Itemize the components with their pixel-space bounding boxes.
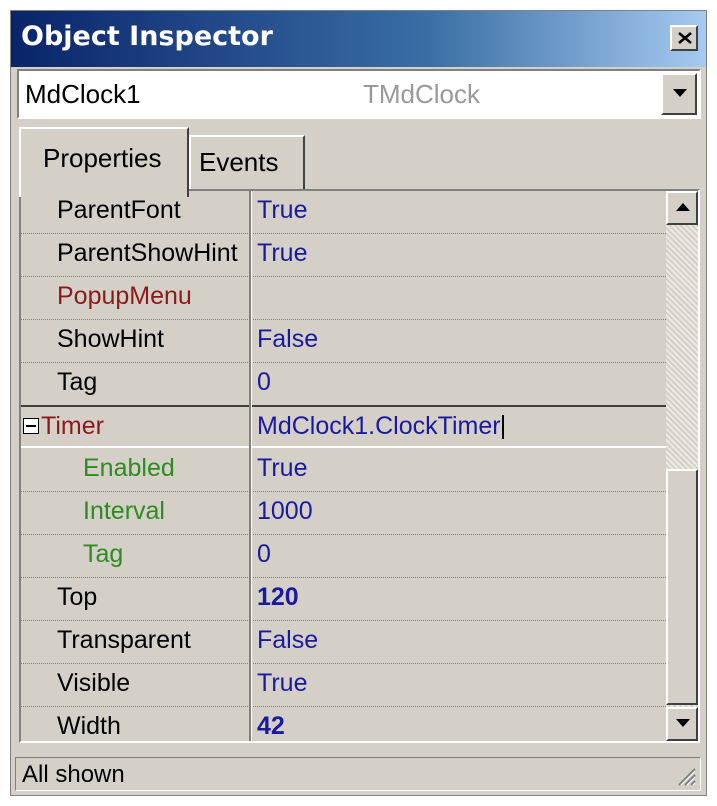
property-row-timer-enabled[interactable]: Enabled True — [21, 449, 666, 492]
property-value[interactable]: False — [257, 325, 318, 354]
chevron-down-icon — [673, 89, 687, 97]
scroll-up-button[interactable] — [666, 191, 698, 225]
property-value-text: MdClock1.ClockTimer — [257, 412, 501, 440]
property-row-transparent[interactable]: Transparent False — [21, 621, 666, 664]
property-row-top[interactable]: Top 120 — [21, 578, 666, 621]
property-name: ShowHint — [57, 325, 164, 353]
collapse-icon[interactable] — [23, 418, 39, 434]
property-row-timer[interactable]: Timer MdClock1.ClockTimer — [21, 405, 666, 448]
property-row-popupmenu[interactable]: PopupMenu — [21, 277, 666, 320]
property-row-tag[interactable]: Tag 0 — [21, 363, 666, 406]
property-name: PopupMenu — [57, 282, 192, 310]
tab-properties-label: Properties — [43, 143, 162, 173]
close-icon — [678, 32, 692, 44]
arrow-up-icon — [676, 203, 690, 211]
property-value[interactable]: True — [257, 454, 307, 483]
scroll-down-button[interactable] — [666, 707, 698, 741]
tab-events[interactable]: Events — [189, 135, 305, 189]
component-selector[interactable]: MdClock1 TMdClock — [17, 69, 701, 119]
property-value[interactable]: False — [257, 626, 318, 655]
scroll-thumb[interactable] — [666, 469, 698, 705]
status-text: All shown — [22, 761, 125, 788]
window-title: Object Inspector — [21, 21, 273, 52]
property-name: Tag — [57, 368, 98, 396]
resize-grip-icon[interactable] — [676, 766, 696, 786]
property-value[interactable]: True — [257, 196, 307, 225]
property-value-editor[interactable]: MdClock1.ClockTimer — [257, 412, 504, 441]
property-row-width[interactable]: Width 42 — [21, 707, 666, 741]
tab-events-label: Events — [199, 147, 279, 177]
status-bar: All shown — [15, 757, 701, 791]
property-row-timer-interval[interactable]: Interval 1000 — [21, 492, 666, 535]
property-name: Visible — [57, 669, 131, 697]
component-name: MdClock1 — [25, 79, 141, 109]
tab-properties[interactable]: Properties — [19, 127, 189, 197]
property-value[interactable]: 42 — [257, 712, 285, 741]
component-dropdown-button[interactable] — [661, 73, 697, 115]
property-grid: ParentFont True ParentShowHint True Popu… — [21, 191, 666, 741]
property-row-visible[interactable]: Visible True — [21, 664, 666, 707]
property-grid-frame: ParentFont True ParentShowHint True Popu… — [19, 189, 700, 743]
property-value[interactable]: True — [257, 669, 307, 698]
component-type: TMdClock — [363, 79, 481, 109]
property-value[interactable]: 0 — [257, 540, 271, 569]
property-value[interactable]: 1000 — [257, 497, 313, 526]
property-name: Top — [57, 583, 98, 611]
text-caret — [501, 415, 504, 440]
arrow-down-icon — [676, 719, 690, 727]
property-name: ParentFont — [57, 196, 181, 224]
property-row-showhint[interactable]: ShowHint False — [21, 320, 666, 363]
title-bar[interactable]: Object Inspector — [11, 11, 706, 67]
property-name: Timer — [41, 412, 104, 440]
column-divider[interactable] — [249, 191, 252, 741]
property-row-parentshowhint[interactable]: ParentShowHint True — [21, 234, 666, 277]
property-name: Width — [57, 712, 121, 740]
property-row-timer-tag[interactable]: Tag 0 — [21, 535, 666, 578]
property-value[interactable]: 120 — [257, 583, 299, 612]
property-value[interactable]: True — [257, 239, 307, 268]
property-value[interactable]: 0 — [257, 368, 271, 397]
close-button[interactable] — [670, 25, 698, 51]
vertical-scrollbar[interactable] — [666, 191, 698, 741]
object-inspector-window: Object Inspector MdClock1 TMdClock Prope… — [10, 10, 707, 796]
property-row-parentfont[interactable]: ParentFont True — [21, 191, 666, 234]
property-name: Transparent — [57, 626, 191, 654]
property-name: ParentShowHint — [57, 239, 238, 267]
